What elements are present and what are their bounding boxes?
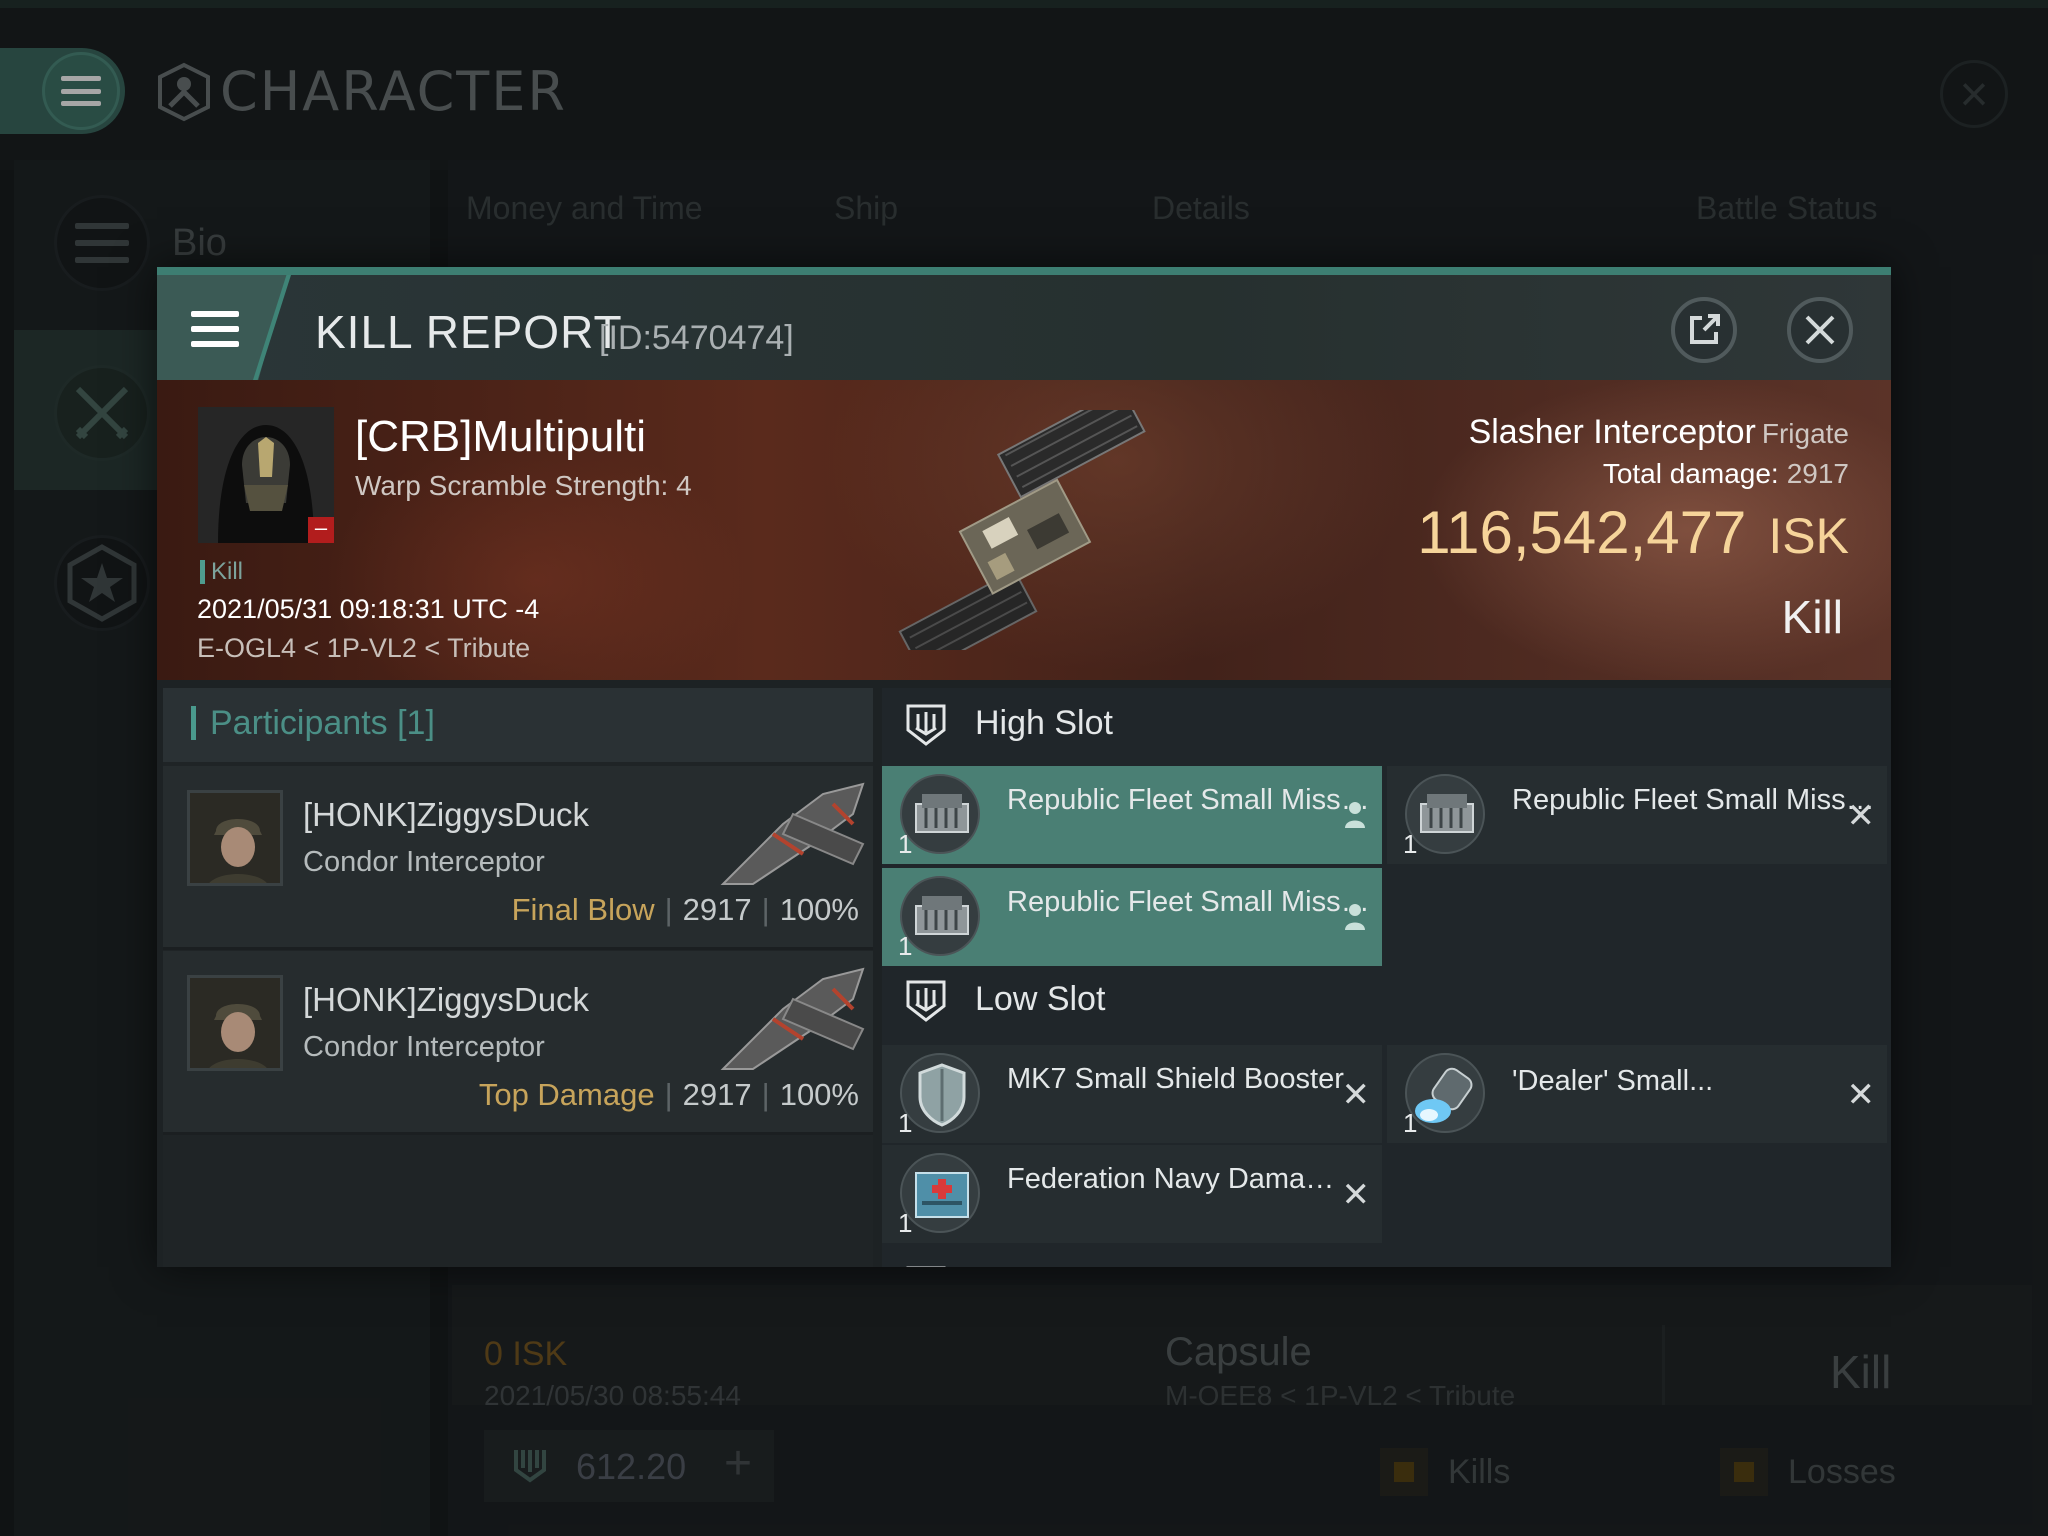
participant-portrait [187, 975, 283, 1071]
total-damage-value: 2917 [1786, 458, 1849, 489]
participant-portrait [187, 790, 283, 886]
hostile-flag-icon: – [308, 517, 334, 543]
module-item[interactable]: 1 MK7 Small Shield Booster ✕ [882, 1045, 1382, 1143]
victim-ship-name[interactable]: Slasher Interceptor [1469, 413, 1756, 451]
destroyed-icon: ✕ [1341, 1076, 1371, 1114]
module-quantity: 1 [1403, 1108, 1418, 1138]
destroyed-icon: ✕ [1846, 1076, 1876, 1114]
low-slot-label: Low Slot [975, 980, 1106, 1018]
participant-stats: Top Damage | 2917 | 100% [478, 1077, 859, 1112]
module-item[interactable]: 1 Federation Navy Damage... ✕ [882, 1145, 1382, 1243]
participant-percent: 100% [779, 892, 859, 927]
isk-unit: ISK [1768, 508, 1849, 564]
hamburger-icon [191, 311, 239, 347]
total-damage-label: Total damage: [1602, 458, 1779, 489]
victim-ship-line: Slasher Interceptor Frigate [1469, 413, 1849, 452]
participant-tag: Final Blow [511, 892, 655, 927]
module-name: Republic Fleet Small Missile ... [1512, 784, 1877, 816]
fitting-panel: High Slot 1 Republic Fleet Small Missile… [882, 688, 1891, 1267]
module-quantity: 1 [898, 829, 913, 859]
participant-tag: Top Damage [478, 1077, 655, 1112]
isk-value-line: 116,542,477 ISK [1417, 498, 1849, 567]
participant-name[interactable]: [HONK]ZiggysDuck [303, 981, 589, 1019]
module-quantity: 1 [1403, 829, 1418, 859]
destroyed-icon: ✕ [1846, 797, 1876, 835]
export-button[interactable] [1671, 297, 1737, 363]
participant-ship-image [720, 967, 865, 1070]
kill-summary-banner: – [CRB]Multipulti Warp Scramble Strength… [157, 380, 1891, 680]
module-item[interactable]: 1 Republic Fleet Small Missile Launcher [882, 868, 1382, 966]
kill-id: [ID:5470474] [599, 319, 794, 357]
module-item[interactable]: 1 Republic Fleet Small Missile Launcher [882, 766, 1382, 864]
close-icon [1805, 315, 1835, 345]
kill-tag: Kill [200, 560, 243, 584]
participant-name[interactable]: [HONK]ZiggysDuck [303, 796, 589, 834]
high-slot-header: High Slot [882, 688, 1891, 760]
module-quantity: 1 [898, 1108, 913, 1138]
dropped-pilot-icon [1345, 802, 1365, 828]
module-name: Republic Fleet Small Missile Launcher [1007, 886, 1372, 918]
module-quantity: 1 [898, 1208, 913, 1238]
low-slot-header: Low Slot [882, 964, 1891, 1036]
victim-name[interactable]: [CRB]Multipulti [355, 412, 646, 462]
external-link-icon [1690, 314, 1720, 344]
modal-close-button[interactable] [1787, 297, 1853, 363]
module-name: Federation Navy Damage... [1007, 1163, 1347, 1195]
isk-value: 116,542,477 [1417, 499, 1747, 566]
total-damage-line: Total damage: 2917 [1603, 458, 1849, 490]
destroyed-icon: ✕ [1341, 1176, 1371, 1214]
module-item[interactable]: 1 'Dealer' Small... ✕ [1387, 1045, 1887, 1143]
module-name: 'Dealer' Small... [1512, 1065, 1714, 1097]
participant-row[interactable]: [HONK]ZiggysDuck Condor Interceptor Fina… [163, 766, 873, 950]
participants-panel: Participants [1] [HONK]ZiggysDuck Condor… [163, 688, 873, 1267]
module-name: Republic Fleet Small Missile Launcher [1007, 784, 1372, 816]
modal-title: KILL REPORT [315, 306, 623, 358]
participant-percent: 100% [779, 1077, 859, 1112]
result-label: Kill [1781, 591, 1843, 643]
victim-ship-image [898, 410, 1146, 650]
slot-shield-icon [906, 704, 946, 746]
slot-shield-icon [906, 980, 946, 1022]
modal-header: KILL REPORT [ID:5470474] [157, 275, 1891, 380]
kill-datetime: 2021/05/31 09:18:31 UTC -4 [197, 594, 540, 624]
participant-damage: 2917 [682, 892, 752, 927]
victim-portrait[interactable]: – [198, 407, 334, 543]
participant-ship: Condor Interceptor [303, 1031, 545, 1063]
participants-label: Participants [1] [191, 706, 435, 740]
kill-report-modal: KILL REPORT [ID:5470474] – [CRB]Multipul… [157, 267, 1891, 1267]
module-quantity: 1 [898, 931, 913, 961]
participant-ship-image [720, 782, 865, 885]
modal-menu-button[interactable] [157, 275, 287, 380]
high-slot-label: High Slot [975, 704, 1113, 742]
participants-header: Participants [1] [163, 688, 873, 762]
module-item[interactable]: 1 Republic Fleet Small Missile ... ✕ [1387, 766, 1887, 864]
participant-row[interactable]: [HONK]ZiggysDuck Condor Interceptor Top … [163, 951, 873, 1135]
slot-shield-icon [906, 1266, 946, 1267]
victim-subtitle: Warp Scramble Strength: 4 [355, 470, 692, 501]
participant-damage: 2917 [682, 1077, 752, 1112]
participant-ship: Condor Interceptor [303, 846, 545, 878]
victim-ship-class: Frigate [1761, 418, 1849, 449]
participant-stats: Final Blow | 2917 | 100% [511, 892, 859, 927]
kill-location: E-OGL4 < 1P-VL2 < Tribute [197, 633, 531, 663]
module-name: MK7 Small Shield Booster [1007, 1063, 1344, 1095]
dropped-pilot-icon [1345, 904, 1365, 930]
